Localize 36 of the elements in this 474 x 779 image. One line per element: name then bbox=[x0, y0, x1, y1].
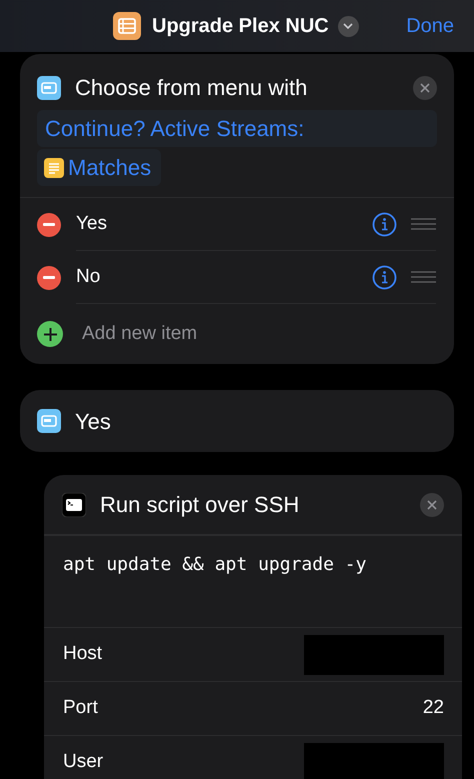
prompt-field[interactable]: Continue? Active Streams: bbox=[37, 110, 437, 147]
menu-item-label[interactable]: Yes bbox=[76, 210, 107, 238]
menu-item-label[interactable]: No bbox=[76, 262, 100, 292]
shortcut-title: Upgrade Plex NUC bbox=[152, 14, 329, 39]
parameter-label: Host bbox=[63, 642, 102, 666]
action-title: Run script over SSH bbox=[100, 491, 300, 519]
add-item-field[interactable]: Add new item bbox=[82, 320, 198, 348]
close-icon bbox=[427, 500, 437, 510]
add-button[interactable] bbox=[37, 321, 63, 347]
plus-icon bbox=[44, 328, 56, 340]
parameter-label: Port bbox=[63, 696, 98, 720]
variable-token[interactable]: Matches bbox=[37, 149, 162, 186]
remove-button[interactable] bbox=[37, 212, 61, 236]
info-icon[interactable] bbox=[372, 212, 397, 236]
chevron-down-icon bbox=[343, 23, 354, 29]
parameter-value[interactable]: 22 bbox=[422, 694, 444, 723]
close-button[interactable] bbox=[420, 492, 444, 516]
minus-icon bbox=[43, 276, 55, 279]
menu-icon bbox=[37, 76, 61, 100]
info-icon[interactable] bbox=[372, 264, 397, 290]
minus-icon bbox=[43, 223, 55, 226]
drag-handle-icon[interactable] bbox=[411, 218, 436, 230]
done-button[interactable]: Done bbox=[406, 11, 454, 41]
action-title: Choose from menu with bbox=[75, 74, 308, 102]
drag-handle-icon[interactable] bbox=[411, 271, 436, 283]
remove-button[interactable] bbox=[37, 266, 61, 290]
text-icon bbox=[44, 158, 64, 178]
close-button[interactable] bbox=[413, 76, 437, 100]
parameter-label: User bbox=[63, 750, 104, 774]
title-menu-button[interactable] bbox=[338, 16, 359, 36]
close-icon bbox=[420, 82, 430, 92]
script-field[interactable]: apt update && apt upgrade -y bbox=[44, 536, 462, 627]
shortcut-icon bbox=[113, 12, 141, 40]
menu-icon bbox=[37, 409, 61, 433]
terminal-icon bbox=[62, 492, 86, 516]
case-title: Yes bbox=[75, 408, 111, 436]
